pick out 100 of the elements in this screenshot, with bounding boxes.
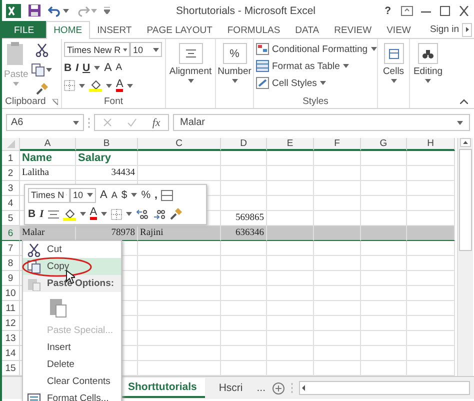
row-header[interactable]: 4: [2, 196, 20, 211]
sheet-tab[interactable]: Shorttutorials: [120, 378, 205, 398]
row-header[interactable]: 15: [2, 361, 20, 376]
fill-color-icon[interactable]: [62, 208, 76, 220]
font-size-field[interactable]: 10: [70, 188, 96, 202]
row-header[interactable]: 14: [2, 346, 20, 361]
number-button[interactable]: % Number: [218, 43, 252, 83]
merge-icon[interactable]: [161, 190, 174, 200]
ribbon-tab[interactable]: INSERT: [90, 21, 140, 38]
alignment-button[interactable]: Alignment: [169, 43, 212, 83]
menu-item[interactable]: Cut: [23, 241, 121, 258]
scroll-right-button[interactable]: [462, 22, 472, 36]
column-header[interactable]: C: [138, 138, 221, 151]
column-header[interactable]: F: [314, 138, 361, 151]
dialog-launcher-icon[interactable]: [52, 98, 58, 104]
table-cell: [314, 256, 361, 271]
borders-icon[interactable]: [111, 208, 122, 220]
table-cell: [314, 331, 361, 346]
font-name-field[interactable]: Times New R: [64, 42, 130, 57]
decrease-decimal-icon[interactable]: [153, 208, 166, 220]
redo-icon[interactable]: [76, 4, 90, 16]
font-color-button[interactable]: A: [90, 208, 98, 220]
menu-item[interactable]: Format Cells...: [23, 390, 121, 401]
paste-option-icon[interactable]: [49, 296, 67, 318]
horizontal-scrollbar[interactable]: [298, 381, 470, 395]
row-header[interactable]: 2: [2, 166, 20, 181]
ribbon-display-icon[interactable]: [401, 6, 413, 16]
grow-font-button[interactable]: A: [104, 62, 112, 74]
menu-item[interactable]: Insert: [23, 339, 121, 356]
save-icon[interactable]: [28, 4, 41, 17]
table-cell: [221, 241, 267, 256]
row-header[interactable]: 6: [2, 226, 20, 241]
styles-menu-button[interactable]: Cell Styles: [256, 75, 326, 91]
column-header[interactable]: G: [361, 138, 407, 151]
row-header[interactable]: 9: [2, 271, 20, 286]
column-header[interactable]: D: [221, 138, 267, 151]
scroll-left-icon[interactable]: [300, 384, 308, 392]
ribbon-tab[interactable]: REVIEW: [326, 21, 380, 38]
increase-decimal-icon[interactable]: [136, 208, 150, 220]
collapse-ribbon-icon[interactable]: [460, 99, 468, 104]
underline-button[interactable]: U: [82, 62, 90, 74]
font-color-button[interactable]: A: [116, 80, 124, 92]
ribbon-tab[interactable]: FILE: [2, 21, 46, 38]
ribbon-tab[interactable]: PAGE LAYOUT: [139, 21, 220, 38]
column-header[interactable]: A: [20, 138, 76, 151]
help-button[interactable]: ?: [382, 4, 394, 16]
italic-button[interactable]: I: [40, 208, 44, 220]
bold-button[interactable]: B: [28, 208, 36, 220]
currency-button[interactable]: $: [121, 189, 128, 201]
row-header[interactable]: 1: [2, 151, 20, 166]
bold-button[interactable]: B: [64, 62, 72, 74]
row-header[interactable]: 13: [2, 331, 20, 346]
font-name-field[interactable]: Times N: [28, 188, 70, 202]
name-box[interactable]: A6: [6, 114, 84, 131]
sign-in-link[interactable]: Sign in: [430, 24, 462, 35]
fill-color-icon[interactable]: [89, 79, 102, 92]
undo-icon[interactable]: [48, 4, 62, 16]
close-icon[interactable]: [458, 6, 470, 16]
menu-item[interactable]: Delete: [23, 356, 121, 373]
ribbon-tab[interactable]: DATA: [288, 21, 327, 38]
menu-item[interactable]: Clear Contents: [23, 373, 121, 390]
styles-menu-button[interactable]: Conditional Formatting: [256, 41, 377, 57]
ribbon-tab[interactable]: FORMULAS: [220, 21, 288, 38]
align-center-icon[interactable]: [48, 210, 59, 218]
shrink-font-button[interactable]: A: [111, 190, 118, 200]
styles-menu-button[interactable]: Format as Table: [256, 58, 349, 74]
formula-field[interactable]: Malar: [173, 114, 470, 131]
sheet-tab[interactable]: Hscri: [210, 378, 251, 398]
customize-toolbar-icon[interactable]: [104, 7, 110, 14]
scroll-up-icon[interactable]: [460, 138, 471, 147]
add-sheet-icon[interactable]: [272, 382, 285, 394]
more-sheets-button[interactable]: ...: [256, 382, 266, 394]
ribbon-tab[interactable]: VIEW: [379, 21, 418, 38]
font-size-field[interactable]: 10: [130, 42, 162, 57]
column-header[interactable]: H: [407, 138, 455, 151]
borders-icon[interactable]: [64, 80, 75, 91]
column-header[interactable]: E: [267, 138, 314, 151]
row-header[interactable]: 8: [2, 256, 20, 271]
format-painter-icon[interactable]: [36, 83, 48, 95]
comma-button[interactable]: ,: [154, 189, 158, 201]
row-header[interactable]: 3: [2, 181, 20, 196]
row-header[interactable]: 10: [2, 286, 20, 301]
shrink-font-button[interactable]: A: [116, 62, 122, 73]
table-cell: [407, 301, 455, 316]
editing-button[interactable]: Editing: [413, 43, 443, 83]
percent-button[interactable]: %: [141, 189, 151, 201]
row-header[interactable]: 12: [2, 316, 20, 331]
table-cell: [314, 211, 361, 226]
format-painter-icon[interactable]: [170, 208, 182, 220]
column-header[interactable]: B: [76, 138, 138, 151]
italic-button[interactable]: I: [76, 62, 79, 74]
scrollbar-thumb[interactable]: [459, 149, 472, 251]
row-header[interactable]: 5: [2, 211, 20, 226]
row-header[interactable]: 7: [2, 241, 20, 256]
cells-button[interactable]: Cells: [382, 43, 404, 83]
insert-function-button[interactable]: fx: [152, 116, 160, 128]
ribbon-tab[interactable]: HOME: [46, 21, 90, 39]
maximize-icon[interactable]: [439, 6, 451, 16]
row-header[interactable]: 11: [2, 301, 20, 316]
grow-font-button[interactable]: A: [100, 189, 108, 201]
